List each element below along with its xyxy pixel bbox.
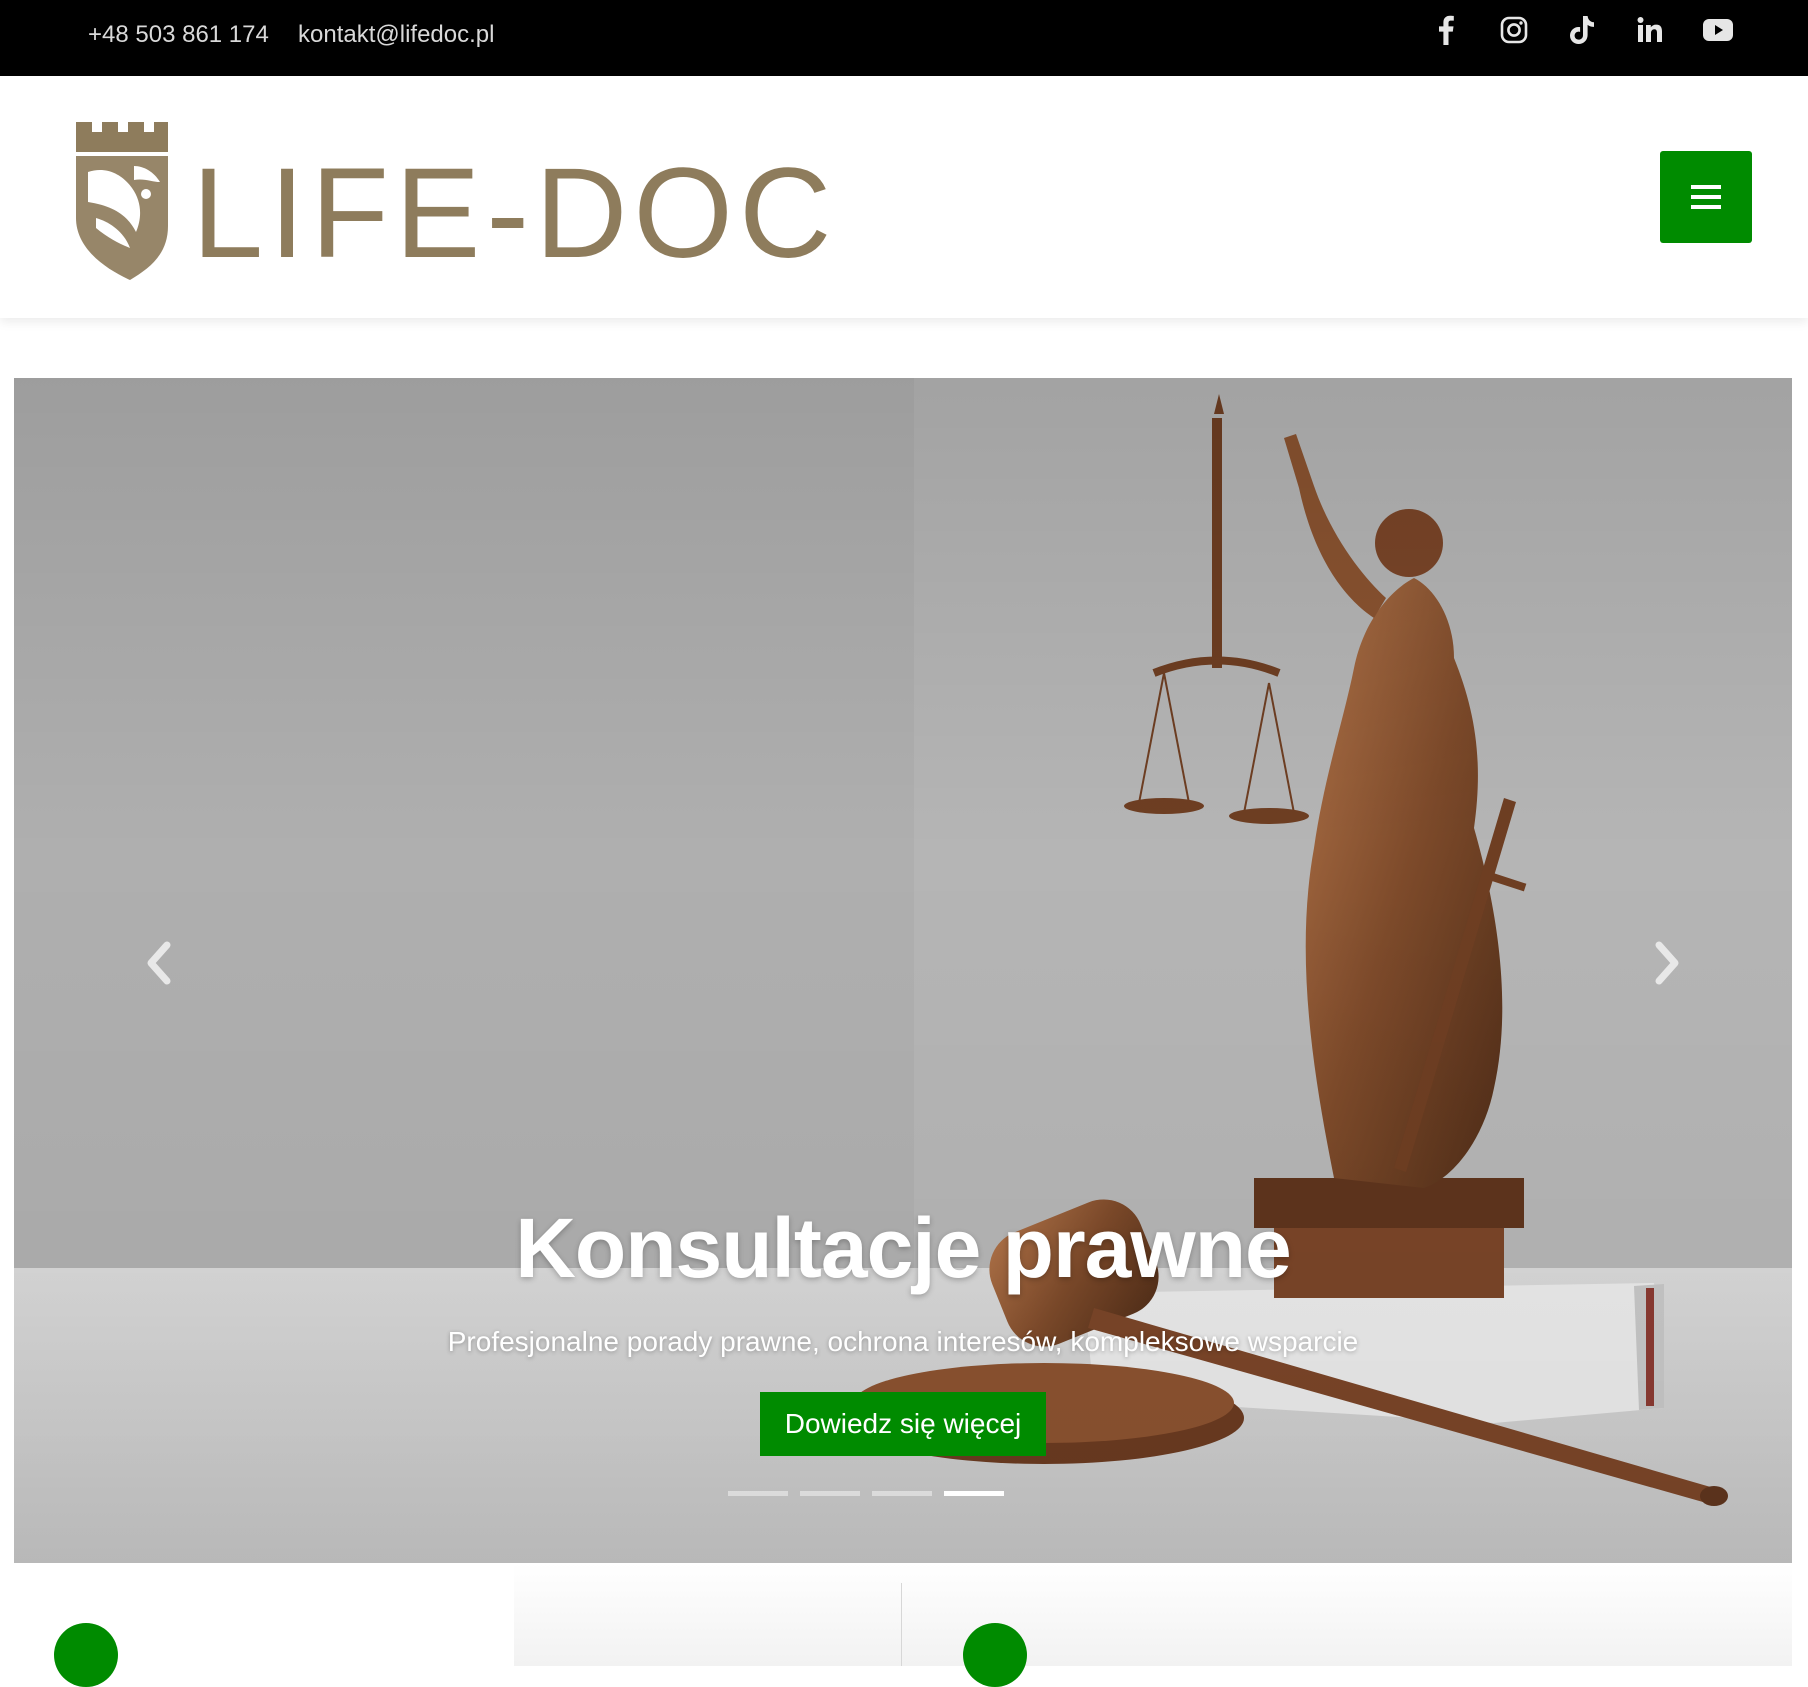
top-bar: +48 503 861 174 kontakt@lifedoc.pl [0,0,1808,76]
site-logo[interactable]: LIFE-DOC [74,120,854,285]
carousel-next-button[interactable] [1638,918,1698,1008]
linkedin-icon[interactable] [1630,12,1670,48]
carousel-indicator[interactable] [800,1491,860,1496]
youtube-icon[interactable] [1698,12,1738,48]
learn-more-button[interactable]: Dowiedz się więcej [760,1392,1046,1456]
hero-subtitle: Profesjonalne porady prawne, ochrona int… [447,1326,1359,1357]
hero-carousel: Konsultacje prawne Profesjonalne porady … [14,378,1792,1563]
carousel-prev-button[interactable] [128,918,188,1008]
features-background [514,1563,1792,1666]
hamburger-icon [1691,185,1721,209]
carousel-indicator[interactable] [872,1491,932,1496]
tiktok-icon[interactable] [1562,12,1602,48]
carousel-indicators [728,1491,1004,1496]
hero-title: Konsultacje prawne [515,1201,1292,1295]
site-header: LIFE-DOC [0,76,1808,318]
features-section [14,1563,1792,1687]
hero-overlay [14,378,1792,1563]
logo-wordmark: LIFE-DOC [192,142,837,280]
email-link[interactable]: kontakt@lifedoc.pl [298,0,494,70]
feature-icon-badge [963,1623,1027,1687]
features-divider [901,1583,902,1666]
phone-link[interactable]: +48 503 861 174 [88,0,269,70]
feature-icon-badge [54,1623,118,1687]
carousel-indicator-active[interactable] [944,1491,1004,1496]
menu-toggle-button[interactable] [1660,151,1752,243]
chevron-right-icon [1655,941,1679,985]
chevron-left-icon [147,941,171,985]
facebook-icon[interactable] [1426,12,1466,48]
carousel-indicator[interactable] [728,1491,788,1496]
instagram-icon[interactable] [1494,12,1534,48]
